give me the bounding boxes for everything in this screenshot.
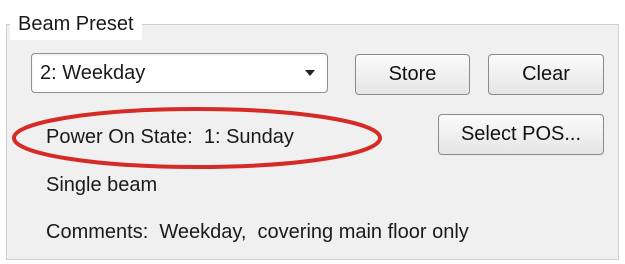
group-title: Beam Preset — [10, 8, 142, 40]
comments-label: Comments: Weekday, covering main floor o… — [46, 221, 469, 243]
chevron-down-icon — [305, 70, 315, 76]
clear-button[interactable]: Clear — [488, 54, 604, 95]
power-on-state-label: Power On State: 1: Sunday — [46, 126, 294, 148]
select-pos-button[interactable]: Select POS... — [438, 114, 604, 155]
beam-mode-label: Single beam — [46, 174, 158, 196]
preset-dropdown[interactable]: 2: Weekday — [31, 53, 328, 93]
store-button[interactable]: Store — [355, 54, 470, 95]
preset-dropdown-value: 2: Weekday — [40, 62, 146, 84]
